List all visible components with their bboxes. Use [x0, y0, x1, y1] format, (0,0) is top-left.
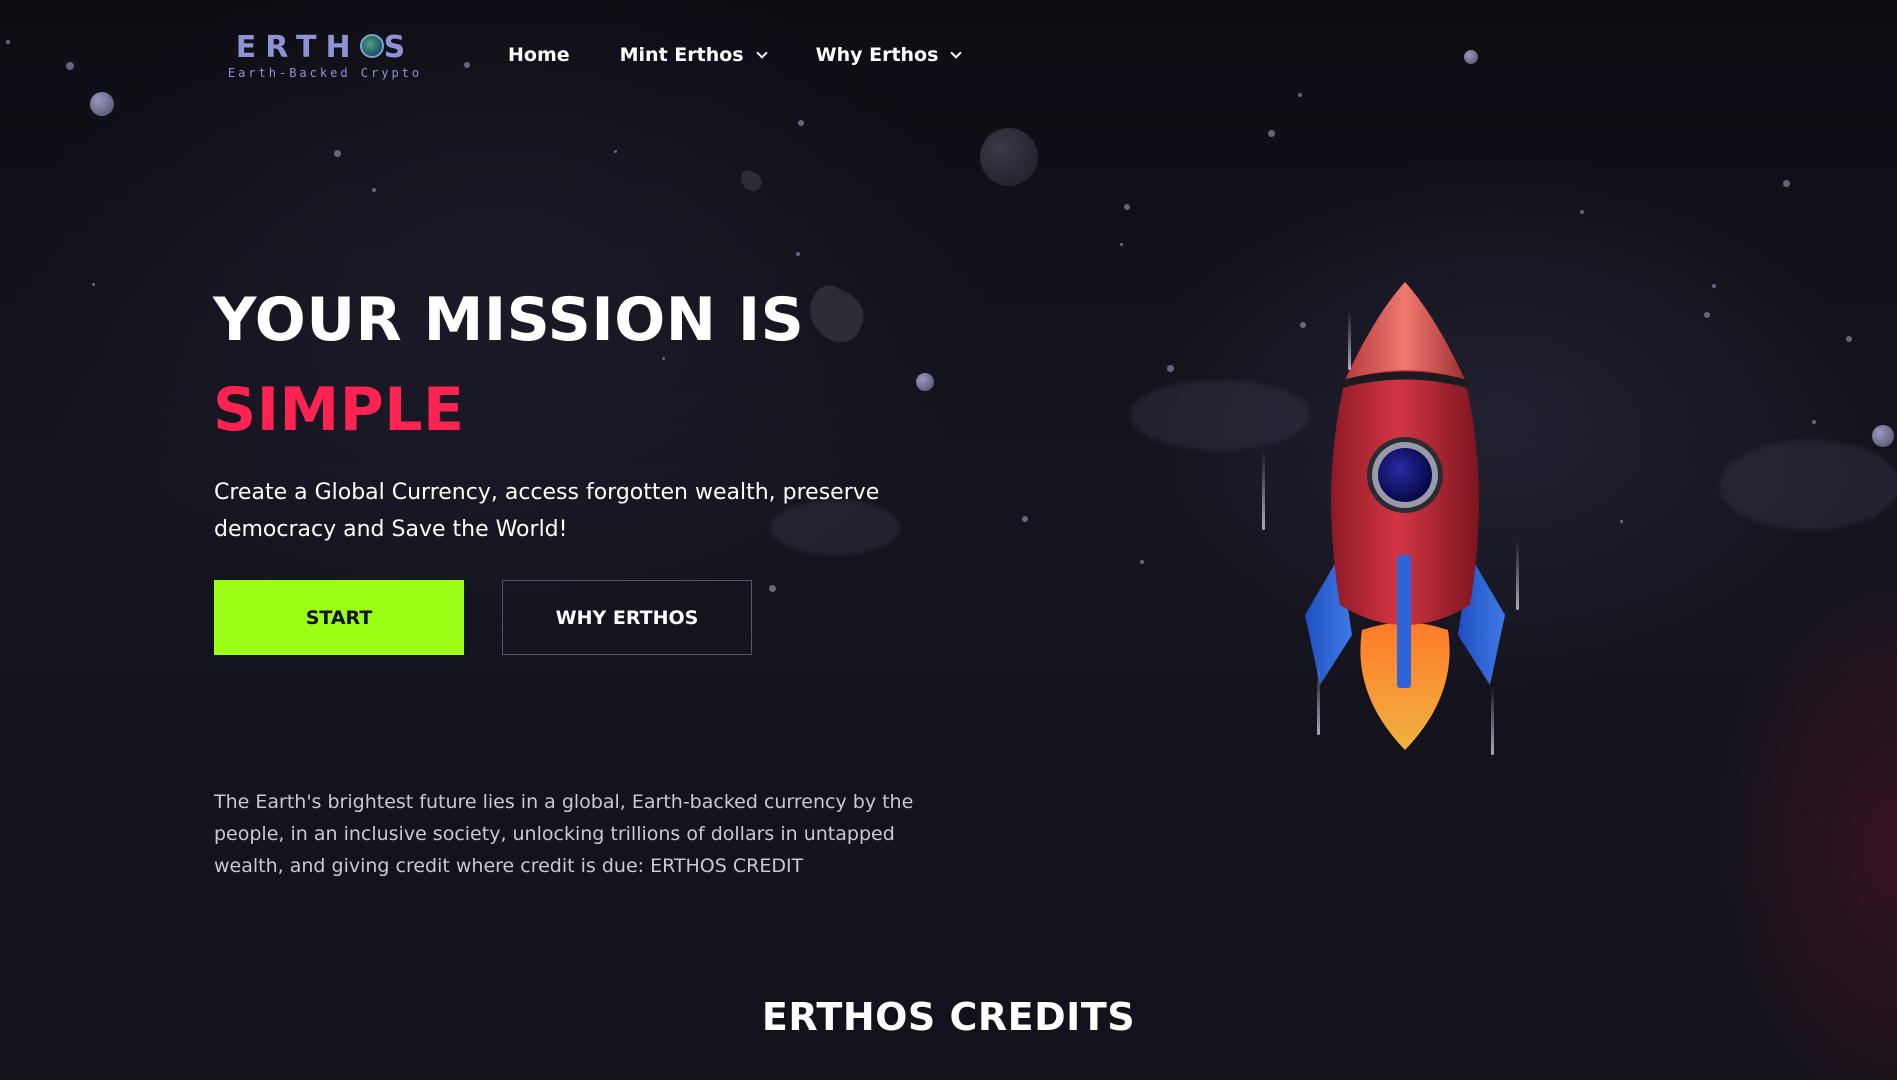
- chevron-down-icon: [950, 46, 963, 59]
- nav-item-label: Home: [508, 44, 570, 66]
- rocket-illustration: [1262, 275, 1520, 755]
- rocket-svg: [1305, 282, 1505, 750]
- page: ERTH S Earth-Backed Crypto Home Mint Erth…: [0, 0, 1897, 1080]
- nav-item-mint-erthos[interactable]: Mint Erthos: [619, 44, 768, 66]
- nav-item-label: Mint Erthos: [619, 44, 744, 66]
- logo-wordmark-end: S: [383, 30, 415, 65]
- main-nav: Home Mint Erthos Why Erthos: [508, 44, 963, 66]
- globe-icon: [359, 33, 384, 58]
- hero-title: YOUR MISSION IS SIMPLE: [213, 275, 804, 455]
- logo-tagline: Earth-Backed Crypto: [227, 66, 423, 80]
- erthos-credits-heading: ERTHOS CREDITS: [761, 995, 1136, 1039]
- nav-item-why-erthos[interactable]: Why Erthos: [815, 44, 963, 66]
- hero-subtitle: Create a Global Currency, access forgott…: [214, 480, 880, 542]
- start-button[interactable]: START: [214, 580, 464, 655]
- site-header: ERTH S Earth-Backed Crypto Home Mint Erth…: [0, 0, 1897, 115]
- logo-wordmark: ERTH S: [220, 30, 430, 65]
- hero-title-line-2: SIMPLE: [213, 375, 465, 445]
- nav-item-home[interactable]: Home: [508, 44, 570, 66]
- hero-description: The Earth's brightest future lies in a g…: [214, 791, 914, 877]
- why-erthos-button[interactable]: WHY ERTHOS: [502, 580, 752, 655]
- hero-title-line-1: YOUR MISSION IS: [213, 285, 805, 355]
- chevron-down-icon: [755, 46, 768, 59]
- site-logo[interactable]: ERTH S Earth-Backed Crypto: [220, 30, 430, 84]
- nav-item-label: Why Erthos: [815, 44, 939, 66]
- logo-wordmark-start: ERTH: [235, 30, 360, 65]
